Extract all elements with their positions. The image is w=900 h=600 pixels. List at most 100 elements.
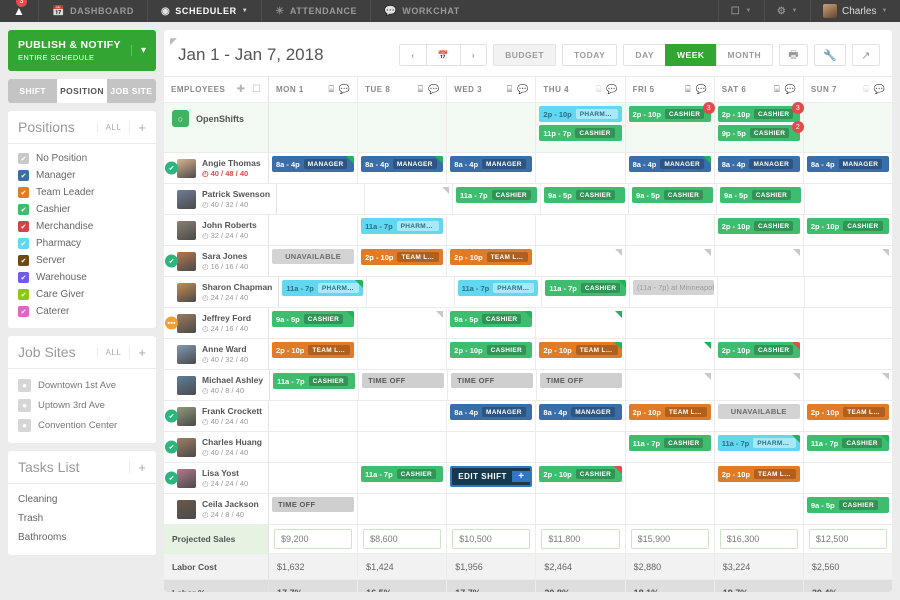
shift-cell[interactable] xyxy=(626,339,715,369)
shift-cell[interactable] xyxy=(269,432,359,462)
shift-cell[interactable] xyxy=(536,215,626,245)
shift-chip[interactable]: 9p - 5p CASHIER xyxy=(717,125,800,141)
employee-name-cell[interactable]: Patrick Swenson ◴ 40 / 32 / 40 xyxy=(164,184,278,214)
nav-item-dashboard[interactable]: 📅 DASHBOARD xyxy=(38,0,147,22)
shift-cell[interactable] xyxy=(277,184,366,214)
shift-cell[interactable]: 11a - 7p CASHIER xyxy=(626,432,715,462)
position-filter-row[interactable]: ✔ Team Leader xyxy=(8,184,156,201)
today-button[interactable]: TODAY xyxy=(562,44,618,66)
employee-name-cell[interactable]: Anne Ward ◴ 40 / 32 / 40 xyxy=(164,339,269,369)
shift-chip[interactable]: 9a - 5p CASHIER xyxy=(450,311,533,327)
shift-cell[interactable] xyxy=(715,494,804,524)
employee-name-cell[interactable]: ✔ Sara Jones ◴ 16 / 16 / 40 xyxy=(164,246,269,276)
open-shift-cell[interactable] xyxy=(803,103,892,152)
shift-chip[interactable]: 11a - 7p PHARMACY xyxy=(282,280,364,296)
shift-chip[interactable]: 2p - 10pTEAM LEADER xyxy=(450,249,533,265)
shift-cell[interactable]: 2p - 10p CASHIER xyxy=(536,463,626,493)
shift-cell[interactable]: 8a - 4p MANAGER xyxy=(358,153,448,183)
prev-week-button[interactable]: ‹ xyxy=(399,44,427,66)
open-shift-cell[interactable] xyxy=(269,103,359,152)
expand-icon[interactable]: ↗ xyxy=(852,44,880,66)
shift-cell[interactable]: 11a - 7p CASHIER xyxy=(358,463,448,493)
shift-cell[interactable]: 8a - 4p MANAGER xyxy=(536,401,626,431)
shift-chip[interactable]: 8a - 4p MANAGER xyxy=(806,156,889,172)
shift-cell[interactable]: 2p - 10pTEAM LEADER xyxy=(804,401,892,431)
shift-cell[interactable]: 2p - 10pTEAM LEADER xyxy=(626,401,715,431)
budget-button[interactable]: BUDGET xyxy=(493,44,557,66)
nav-item-workchat[interactable]: 💬 WORKCHAT xyxy=(370,0,473,22)
shift-cell[interactable] xyxy=(715,370,805,400)
shift-cell[interactable]: 11a - 7p PHARMACY xyxy=(279,277,368,307)
summary-value-cell[interactable]: $9,200 xyxy=(269,525,359,553)
shift-cell[interactable] xyxy=(365,184,454,214)
position-filter-row[interactable]: ✔ Warehouse xyxy=(8,269,156,286)
nav-item-scheduler[interactable]: ◉ SCHEDULER ▼ xyxy=(146,0,262,22)
projected-sales-input[interactable]: $12,500 xyxy=(808,529,887,549)
shift-cell[interactable]: 2p - 10pTEAM LEADER xyxy=(715,463,804,493)
job-site-row[interactable]: ● Convention Center xyxy=(8,415,156,435)
shift-chip[interactable]: 8a - 4p MANAGER xyxy=(450,404,533,420)
position-checkbox[interactable]: ✔ xyxy=(18,204,29,215)
comment-icon[interactable]: 💬 xyxy=(428,84,439,95)
projected-sales-input[interactable]: $8,600 xyxy=(363,529,442,549)
open-shift-cell[interactable] xyxy=(447,103,537,152)
shift-cell[interactable]: 8a - 4p MANAGER xyxy=(804,153,892,183)
shift-cell[interactable]: 11a - 7p PHARMACY xyxy=(715,432,804,462)
clipboard-icon[interactable]: ⌸ xyxy=(774,84,779,95)
view-day-button[interactable]: DAY xyxy=(623,44,667,66)
shift-cell[interactable] xyxy=(626,215,715,245)
shift-chip[interactable]: 11a - 7p PHARMACY xyxy=(361,218,444,234)
shift-cell[interactable]: 9a - 5p CASHIER xyxy=(541,184,630,214)
position-filter-row[interactable]: ✔ Pharmacy xyxy=(8,235,156,252)
position-checkbox[interactable]: ✔ xyxy=(18,255,29,266)
calendar-icon[interactable]: 📅 xyxy=(425,44,461,66)
shift-chip[interactable]: 9a - 5p CASHIER xyxy=(272,311,355,327)
shift-cell[interactable] xyxy=(358,339,448,369)
shift-chip[interactable]: 11a - 7p CASHIER xyxy=(628,435,711,451)
shift-cell[interactable] xyxy=(536,153,626,183)
printer-icon[interactable]: 🖶 xyxy=(779,44,809,66)
shift-chip[interactable]: 9a - 5p CASHIER xyxy=(632,187,714,203)
shift-cell[interactable]: 2p - 10pTEAM LEADER xyxy=(269,339,359,369)
summary-value-cell[interactable]: $12,500 xyxy=(803,525,892,553)
shift-cell[interactable] xyxy=(804,339,892,369)
position-filter-row[interactable]: ✔ Caterer xyxy=(8,303,156,320)
shift-chip[interactable]: 11a - 7p CASHIER xyxy=(545,280,626,296)
segment-job-site[interactable]: JOB SITE xyxy=(106,79,156,103)
open-shift-cell[interactable]: 2p - 10p PHARMACY 11p - 7p CASHIER xyxy=(536,103,626,152)
shift-chip[interactable]: 2p - 10p PHARMACY xyxy=(539,106,622,122)
shift-cell[interactable]: UNAVAILABLE xyxy=(715,401,804,431)
position-filter-row[interactable]: ✔ Manager xyxy=(8,167,156,184)
shift-cell[interactable] xyxy=(626,308,715,338)
shift-cell[interactable] xyxy=(447,432,537,462)
position-checkbox[interactable]: ✔ xyxy=(18,238,29,249)
shift-cell[interactable]: 11a - 7p CASHIER xyxy=(804,432,892,462)
shift-chip[interactable]: 2p - 10p CASHIER xyxy=(717,106,800,122)
shift-chip[interactable]: 11a - 7p PHARMACY xyxy=(457,280,539,296)
projected-sales-input[interactable]: $16,300 xyxy=(719,529,798,549)
clipboard-icon[interactable]: ⌸ xyxy=(863,84,868,95)
shift-cell[interactable]: 2p - 10p CASHIER xyxy=(447,339,537,369)
position-checkbox[interactable]: ✔ xyxy=(18,153,29,164)
shift-cell[interactable] xyxy=(626,370,716,400)
positions-all-button[interactable]: ALL xyxy=(96,122,130,132)
shift-cell[interactable] xyxy=(805,184,892,214)
employee-name-cell[interactable]: Sharon Chapman ◴ 24 / 24 / 40 xyxy=(164,277,280,307)
shift-cell[interactable] xyxy=(358,494,448,524)
inbox-menu[interactable]: ☐ ▼ xyxy=(717,0,764,22)
open-shift-cell[interactable]: 2p - 10p CASHIER 3 9p - 5p CASHIER 2 xyxy=(714,102,804,152)
shift-cell[interactable]: 9a - 5p CASHIER xyxy=(717,184,806,214)
shift-cell[interactable]: TIME OFF xyxy=(269,494,359,524)
shift-cell[interactable]: 2p - 10p CASHIER xyxy=(715,339,804,369)
shift-cell[interactable]: 11a - 7p PHARMACY xyxy=(358,215,448,245)
employee-name-cell[interactable]: ✔ Charles Huang ◴ 40 / 24 / 40 xyxy=(164,432,269,462)
job-site-row[interactable]: ● Downtown 1st Ave xyxy=(8,375,156,395)
shift-chip[interactable]: 2p - 10p CASHIER xyxy=(806,218,889,234)
job-sites-add-button[interactable]: + xyxy=(129,345,146,359)
projected-sales-input[interactable]: $9,200 xyxy=(274,529,353,549)
employee-name-cell[interactable]: ✔ Angie Thomas ◴ 40 / 48 / 40 xyxy=(164,153,269,183)
publish-and-notify-button[interactable]: PUBLISH & NOTIFY ENTIRE SCHEDULE ▾ xyxy=(8,30,156,71)
shift-cell[interactable]: 2p - 10p CASHIER xyxy=(804,215,892,245)
shift-cell[interactable]: EDIT SHIFT + xyxy=(447,463,537,493)
shift-cell[interactable] xyxy=(367,277,455,307)
